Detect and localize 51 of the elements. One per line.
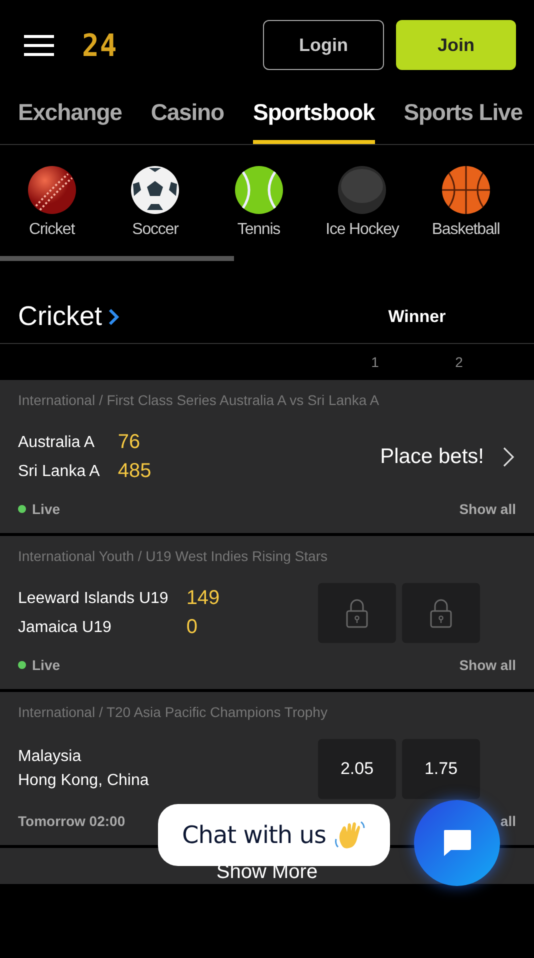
team-name: Sri Lanka A [18, 462, 100, 480]
team-name: Leeward Islands U19 [18, 590, 168, 608]
join-button[interactable]: Join [396, 20, 516, 70]
nav-tab[interactable]: Casino [150, 90, 224, 144]
lock-icon [430, 598, 452, 628]
waving-hand-icon [334, 819, 366, 851]
team-score: 76 [118, 431, 142, 454]
market-label: Winner [387, 306, 447, 326]
section-title[interactable]: Cricket [18, 301, 102, 332]
ball-icon [131, 166, 180, 214]
ball-icon [28, 166, 76, 214]
chat-toast[interactable]: Chat with us [158, 804, 390, 866]
chevron-right-icon [502, 446, 516, 468]
login-button[interactable]: Login [263, 20, 384, 70]
column-label: 1 [370, 354, 380, 370]
team-score: 149 [186, 587, 220, 610]
team-name: Jamaica U19 [18, 618, 112, 636]
match-status: Live [32, 657, 60, 673]
nav-tab[interactable]: Exchange [18, 90, 122, 144]
nav-tab[interactable]: Sportsbook [252, 90, 375, 144]
team-score: 485 [118, 460, 152, 483]
sport-item[interactable]: Tennis [237, 221, 280, 239]
ball-icon [234, 166, 283, 214]
competition-label: International / T20 Asia Pacific Champions Trophy [18, 704, 328, 722]
chevron-right-icon [108, 308, 120, 326]
sport-item[interactable]: Ice Hockey [326, 221, 399, 239]
place-bets-link[interactable]: Place bets! [380, 445, 484, 469]
match-status: Tomorrow 02:00 [18, 813, 126, 829]
menu-icon[interactable] [24, 33, 56, 57]
competition-label: International Youth / U19 West Indies Rising Stars [18, 548, 328, 566]
show-all-link[interactable]: Show all [459, 657, 516, 673]
show-all-link[interactable]: Show all [459, 501, 516, 517]
sport-item[interactable]: Cricket [28, 221, 75, 239]
column-label: 2 [454, 354, 464, 370]
odds-button[interactable]: 1.75 [402, 739, 480, 799]
sport-item[interactable]: Basketball [432, 221, 500, 239]
team-name: Malaysia [18, 748, 82, 766]
lock-icon [346, 598, 368, 628]
team-score: 0 [186, 616, 198, 639]
sport-item[interactable]: Soccer [132, 221, 178, 239]
team-name: Australia A [18, 434, 96, 452]
odds-button[interactable]: 2.05 [318, 739, 396, 799]
competition-label: International / First Class Series Australia A vs Sri Lanka A [18, 392, 380, 410]
show-all-link[interactable]: all [500, 813, 516, 829]
match-status: Live [32, 501, 60, 517]
nav-tab[interactable]: Sports Live [404, 90, 522, 144]
ball-icon [442, 166, 490, 214]
logo[interactable]: 24 [82, 26, 118, 64]
team-name: Hong Kong, China [18, 772, 149, 790]
chat-icon [441, 827, 473, 859]
puck-icon [338, 166, 386, 214]
